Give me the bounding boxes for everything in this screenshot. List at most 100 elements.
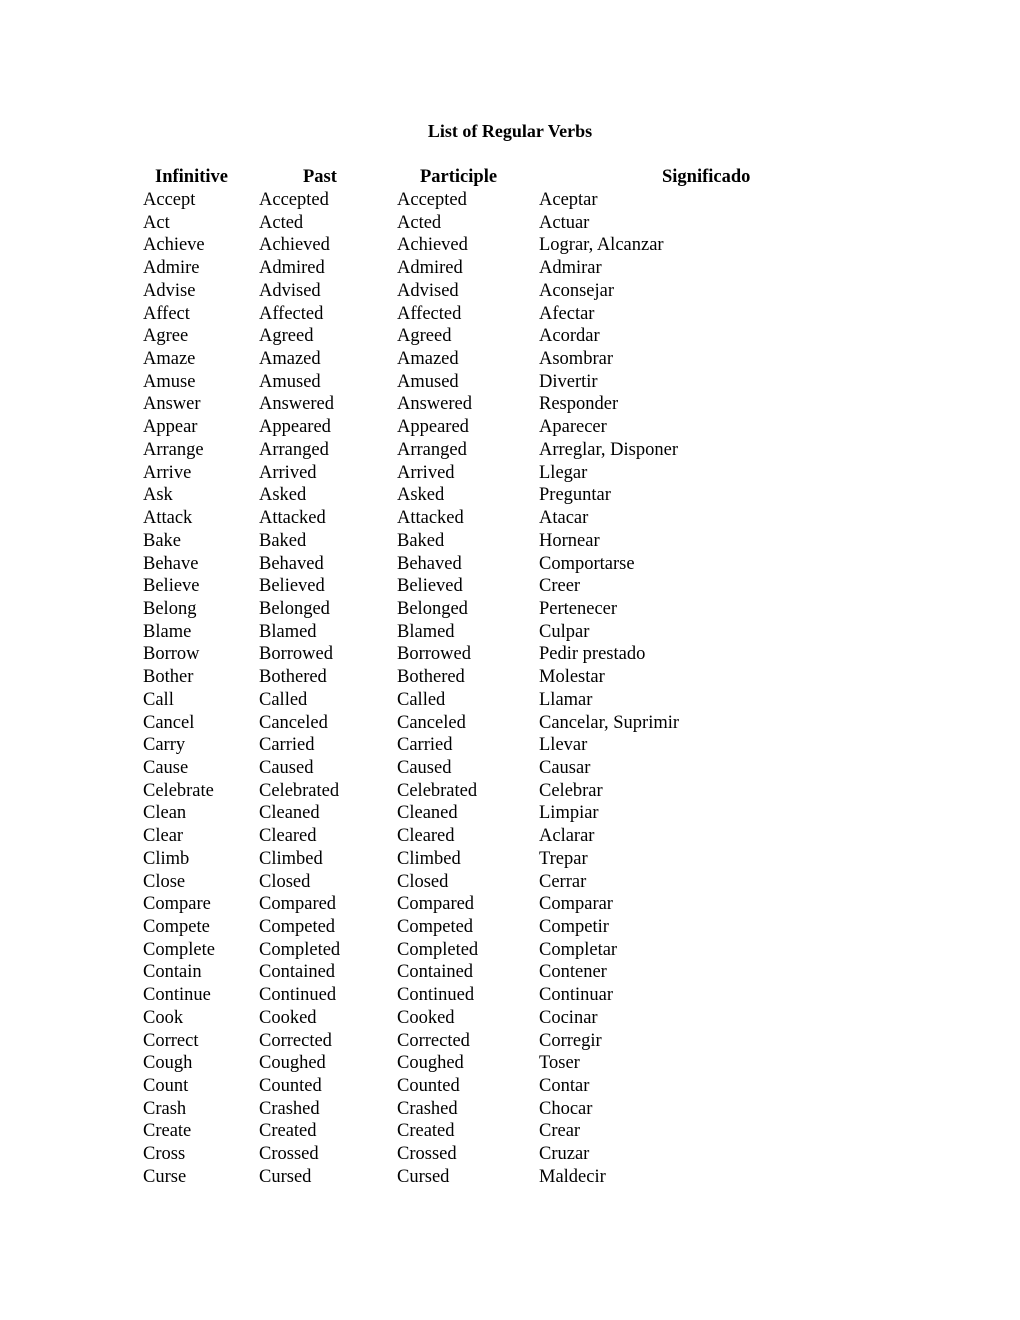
table-row: Count Counted Counted Contar — [143, 1075, 750, 1098]
cell-past: Created — [259, 1121, 317, 1142]
cell-significado: Corregir — [539, 1030, 602, 1051]
cell-significado: Acordar — [539, 326, 600, 347]
cell-infinitive: Ask — [143, 485, 173, 506]
table-row: Affect Affected Affected Afectar — [143, 303, 750, 326]
cell-past: Celebrated — [259, 780, 340, 801]
cell-infinitive: Climb — [143, 848, 190, 869]
table-row: Clear Cleared Cleared Aclarar — [143, 825, 750, 848]
cell-participle: Compared — [397, 894, 475, 915]
cell-significado: Divertir — [539, 371, 598, 392]
cell-infinitive: Act — [143, 212, 170, 233]
cell-participle: Competed — [397, 917, 474, 937]
cell-significado: Llevar — [539, 735, 588, 756]
cell-past: Blamed — [259, 621, 317, 642]
table-row: Amuse Amused Amused Divertir — [143, 371, 750, 394]
cell-significado: Cancelar, Suprimir — [539, 712, 680, 733]
cell-infinitive: Celebrate — [143, 780, 214, 801]
cell-participle: Called — [397, 689, 446, 710]
cell-significado: Chocar — [539, 1098, 593, 1119]
cell-infinitive: Behave — [143, 553, 199, 574]
cell-infinitive: Admire — [143, 258, 200, 279]
cell-participle: Caused — [397, 757, 452, 778]
table-row: Arrange Arranged Arranged Arreglar, Dispone… — [143, 439, 750, 462]
cell-infinitive: Believe — [143, 576, 200, 597]
cell-participle: Climbed — [397, 848, 461, 869]
cell-infinitive: Attack — [143, 508, 193, 529]
cell-participle: Admired — [397, 258, 463, 279]
table-row: Act Acted Acted Actuar — [143, 212, 750, 235]
cell-significado: Pertenecer — [539, 598, 618, 619]
cell-significado: Continuar — [539, 985, 613, 1006]
cell-significado: Aparecer — [539, 417, 607, 438]
cell-past: Completed — [259, 939, 341, 960]
cell-past: Contained — [259, 962, 336, 983]
table-row: Attack Attacked Attacked Atacar — [143, 507, 750, 530]
cell-past: Attacked — [259, 508, 326, 529]
cell-past: Corrected — [259, 1030, 332, 1051]
cell-infinitive: Create — [143, 1121, 192, 1142]
table-row: Behave Behaved Behaved Comportarse — [143, 553, 750, 576]
cell-participle: Affected — [397, 303, 462, 324]
cell-past: Crossed — [259, 1144, 319, 1165]
table-row: Compete Competed Competed Competir — [143, 916, 750, 939]
cell-past: Appeared — [259, 417, 331, 438]
cell-significado: Lograr, Alcanzar — [539, 235, 664, 256]
table-row: Agree Agreed Agreed Acordar — [143, 325, 750, 348]
cell-participle: Canceled — [397, 712, 466, 733]
cell-participle: Continued — [397, 985, 475, 1006]
cell-infinitive: Compare — [143, 894, 211, 915]
cell-participle: Corrected — [397, 1030, 470, 1051]
table-row: Cause Caused Caused Causar — [143, 757, 750, 780]
table-row: Answer Answered Answered Responder — [143, 393, 750, 416]
table-row: Bake Baked Baked Hornear — [143, 530, 750, 553]
cell-infinitive: Accept — [143, 190, 196, 210]
cell-infinitive: Advise — [143, 280, 196, 301]
table-row: Advise Advised Advised Aconsejar — [143, 280, 750, 303]
cell-past: Closed — [259, 871, 311, 892]
cell-infinitive: Carry — [143, 735, 186, 756]
cell-participle: Attacked — [397, 508, 464, 529]
cell-past: Admired — [259, 258, 325, 279]
cell-infinitive: Blame — [143, 621, 192, 642]
cell-infinitive: Appear — [143, 417, 198, 438]
cell-past: Competed — [259, 917, 336, 937]
cell-infinitive: Agree — [143, 326, 189, 347]
table-row: Create Created Created Crear — [143, 1120, 750, 1143]
table-row: Continue Continued Continued Continuar — [143, 984, 750, 1007]
cell-significado: Culpar — [539, 621, 590, 642]
cell-infinitive: Amuse — [143, 371, 196, 392]
cell-infinitive: Close — [143, 871, 186, 892]
table-row: Cross Crossed Crossed Cruzar — [143, 1143, 750, 1166]
cell-infinitive: Answer — [143, 394, 201, 415]
cell-infinitive: Amaze — [143, 349, 196, 370]
cell-past: Belonged — [259, 598, 330, 619]
cell-infinitive: Bother — [143, 667, 194, 688]
verb-table: Infinitive Past Participle Significado A… — [143, 165, 750, 1189]
cell-participle: Cooked — [397, 1007, 455, 1028]
cell-significado: Arreglar, Disponer — [539, 439, 678, 460]
cell-participle: Celebrated — [397, 780, 478, 801]
cell-past: Amused — [259, 371, 321, 392]
table-row: Climb Climbed Climbed Trepar — [143, 848, 750, 871]
cell-significado: Preguntar — [539, 485, 611, 506]
cell-past: Canceled — [259, 712, 328, 733]
table-header-row: Infinitive Past Participle Significado — [143, 165, 750, 189]
cell-significado: Aceptar — [539, 190, 598, 210]
cell-past: Advised — [259, 280, 321, 301]
cell-significado: Contener — [539, 962, 607, 983]
cell-participle: Created — [397, 1121, 455, 1142]
cell-participle: Cleared — [397, 826, 455, 847]
cell-infinitive: Borrow — [143, 644, 200, 665]
cell-significado: Cocinar — [539, 1007, 598, 1028]
header-significado-label: Significado — [662, 167, 751, 187]
cell-past: Achieved — [259, 235, 330, 256]
cell-significado: Cruzar — [539, 1144, 590, 1165]
cell-significado: Toser — [539, 1053, 580, 1074]
table-row: Appear Appeared Appeared Aparecer — [143, 416, 750, 439]
page-title: List of Regular Verbs — [427, 121, 593, 141]
cell-significado: Comparar — [539, 894, 613, 915]
cell-past: Acted — [259, 212, 304, 233]
cell-participle: Baked — [397, 530, 445, 551]
cell-participle: Bothered — [397, 667, 465, 688]
table-row: Clean Cleaned Cleaned Limpiar — [143, 802, 750, 825]
